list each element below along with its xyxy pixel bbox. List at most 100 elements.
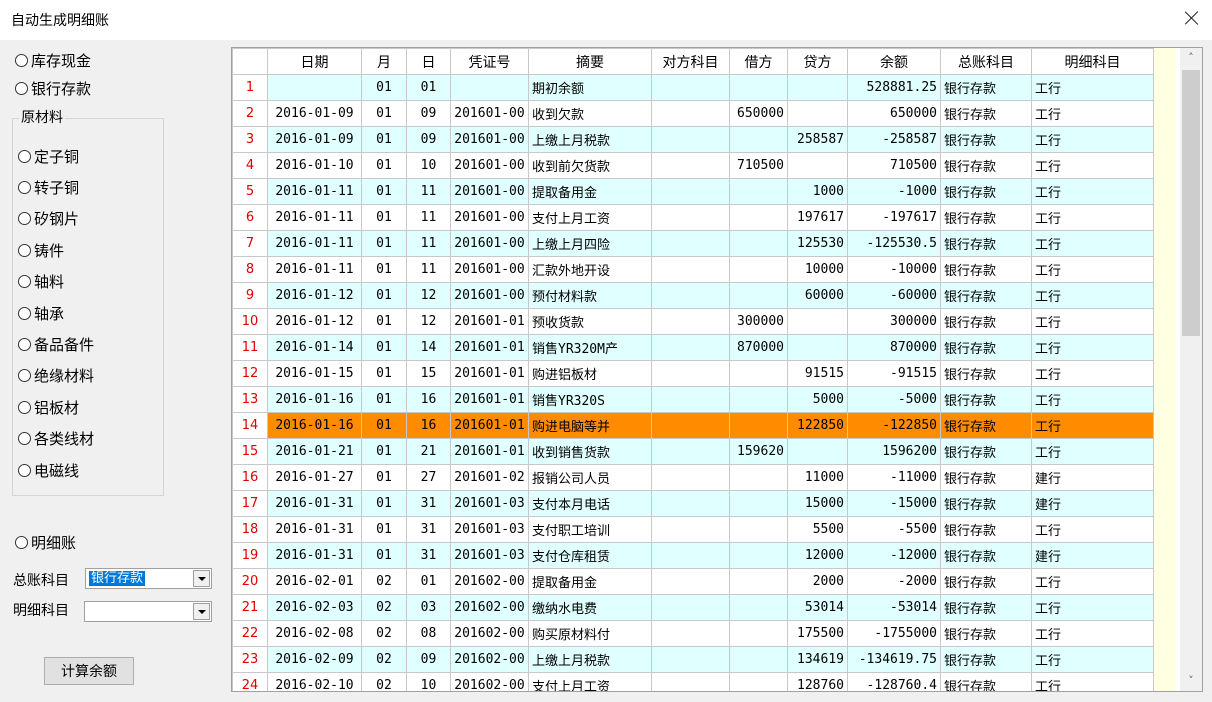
radio-circle-icon[interactable] <box>18 212 31 226</box>
table-cell[interactable]: 01 <box>361 204 407 231</box>
table-cell[interactable]: 201602-00 <box>450 594 529 621</box>
table-cell[interactable]: 工行 <box>1031 672 1154 691</box>
table-cell[interactable]: 2016-01-14 <box>267 334 362 361</box>
row-number[interactable]: 21 <box>232 594 268 621</box>
column-header[interactable]: 日 <box>406 48 451 75</box>
table-cell[interactable]: 2016-01-31 <box>267 542 362 569</box>
table-cell[interactable]: 提取备用金 <box>528 178 652 205</box>
table-cell[interactable]: 31 <box>406 516 451 543</box>
table-cell[interactable]: 银行存款 <box>940 100 1032 127</box>
table-cell[interactable]: 01 <box>361 308 407 335</box>
table-cell[interactable]: 201602-00 <box>450 672 529 691</box>
radio-circle-icon[interactable] <box>18 275 31 289</box>
table-cell[interactable] <box>729 74 788 101</box>
table-cell[interactable]: 01 <box>361 230 407 257</box>
column-header[interactable]: 月 <box>361 48 407 75</box>
table-row[interactable]: 10 2016-01-12 01 12 201601-01 预收货款 300000 30000… <box>232 308 1154 335</box>
radio-material[interactable]: 定子铜 <box>18 145 79 167</box>
column-header[interactable] <box>232 48 268 75</box>
table-cell[interactable]: 银行存款 <box>940 282 1032 309</box>
table-cell[interactable]: -1755000 <box>847 620 941 647</box>
table-cell[interactable]: 上缴上月税款 <box>528 126 652 153</box>
table-cell[interactable] <box>787 74 848 101</box>
table-cell[interactable] <box>651 646 730 673</box>
table-cell[interactable]: 5500 <box>787 516 848 543</box>
general-account-select[interactable]: 银行存款 <box>85 568 212 589</box>
table-cell[interactable]: 2016-01-10 <box>267 152 362 179</box>
table-cell[interactable]: 收到前欠货款 <box>528 152 652 179</box>
table-cell[interactable] <box>729 646 788 673</box>
table-cell[interactable]: -5000 <box>847 386 941 413</box>
table-cell[interactable]: 201601-00 <box>450 230 529 257</box>
table-cell[interactable]: 1000 <box>787 178 848 205</box>
table-cell[interactable]: 201601-00 <box>450 178 529 205</box>
table-cell[interactable] <box>651 672 730 691</box>
table-cell[interactable]: 工行 <box>1031 386 1154 413</box>
table-cell[interactable]: 11000 <box>787 464 848 491</box>
table-cell[interactable]: 银行存款 <box>940 464 1032 491</box>
table-cell[interactable]: 870000 <box>729 334 788 361</box>
radio-circle-icon[interactable] <box>18 463 31 477</box>
table-cell[interactable]: 01 <box>361 334 407 361</box>
row-number[interactable]: 8 <box>232 256 268 283</box>
table-cell[interactable] <box>651 230 730 257</box>
table-cell[interactable]: 01 <box>361 256 407 283</box>
table-row[interactable]: 6 2016-01-11 01 11 201601-00 支付上月工资 197617 -197… <box>232 204 1154 231</box>
table-cell[interactable]: -122850 <box>847 412 941 439</box>
radio-circle-icon[interactable] <box>18 149 31 163</box>
radio-circle-icon[interactable] <box>18 180 31 194</box>
table-cell[interactable]: 工行 <box>1031 178 1154 205</box>
table-cell[interactable]: 134619 <box>787 646 848 673</box>
table-cell[interactable] <box>729 620 788 647</box>
chevron-down-icon[interactable] <box>193 570 210 587</box>
chevron-down-icon[interactable] <box>193 603 210 620</box>
table-cell[interactable]: 11 <box>406 204 451 231</box>
table-cell[interactable]: 02 <box>361 646 407 673</box>
table-cell[interactable]: 122850 <box>787 412 848 439</box>
table-cell[interactable]: 工行 <box>1031 230 1154 257</box>
column-header[interactable]: 总账科目 <box>940 48 1032 75</box>
radio-circle-icon[interactable] <box>15 535 28 549</box>
table-cell[interactable]: 2016-01-16 <box>267 412 362 439</box>
table-cell[interactable]: 银行存款 <box>940 594 1032 621</box>
table-row[interactable]: 17 2016-01-31 01 31 201601-03 支付本月电话 15000 -150… <box>232 490 1154 517</box>
table-cell[interactable] <box>651 204 730 231</box>
table-cell[interactable]: 12 <box>406 308 451 335</box>
radio-material[interactable]: 备品备件 <box>18 333 94 355</box>
table-cell[interactable]: 银行存款 <box>940 646 1032 673</box>
table-cell[interactable]: 01 <box>361 438 407 465</box>
table-cell[interactable]: 2016-01-09 <box>267 126 362 153</box>
table-cell[interactable]: 201601-02 <box>450 464 529 491</box>
table-cell[interactable]: 201601-00 <box>450 256 529 283</box>
table-cell[interactable]: -12000 <box>847 542 941 569</box>
table-cell[interactable]: 2016-01-31 <box>267 516 362 543</box>
table-cell[interactable]: 报销公司人员 <box>528 464 652 491</box>
table-cell[interactable]: 银行存款 <box>940 490 1032 517</box>
table-cell[interactable] <box>787 100 848 127</box>
table-cell[interactable]: 工行 <box>1031 412 1154 439</box>
table-cell[interactable]: 预付材料款 <box>528 282 652 309</box>
radio-material[interactable]: 电磁线 <box>18 459 79 481</box>
table-row[interactable]: 8 2016-01-11 01 11 201601-00 汇款外地开设 10000 -1000… <box>232 256 1154 283</box>
table-cell[interactable] <box>729 178 788 205</box>
table-cell[interactable]: 支付仓库租赁 <box>528 542 652 569</box>
scroll-up-icon[interactable]: ˄ <box>1185 52 1197 64</box>
scroll-thumb[interactable] <box>1182 70 1200 336</box>
table-cell[interactable]: 125530 <box>787 230 848 257</box>
row-number[interactable]: 19 <box>232 542 268 569</box>
table-cell[interactable]: 建行 <box>1031 490 1154 517</box>
table-cell[interactable]: -10000 <box>847 256 941 283</box>
table-cell[interactable]: 01 <box>361 100 407 127</box>
table-cell[interactable]: 建行 <box>1031 464 1154 491</box>
radio-circle-icon[interactable] <box>18 432 31 446</box>
table-cell[interactable]: -134619.75 <box>847 646 941 673</box>
table-row[interactable]: 4 2016-01-10 01 10 201601-00 收到前欠货款 710500 7105… <box>232 152 1154 179</box>
table-cell[interactable]: 2016-01-11 <box>267 256 362 283</box>
table-cell[interactable]: 2016-01-11 <box>267 178 362 205</box>
table-cell[interactable]: 201601-01 <box>450 334 529 361</box>
table-cell[interactable]: 01 <box>361 490 407 517</box>
table-cell[interactable]: 60000 <box>787 282 848 309</box>
table-cell[interactable]: 159620 <box>729 438 788 465</box>
table-cell[interactable]: -258587 <box>847 126 941 153</box>
table-cell[interactable]: 870000 <box>847 334 941 361</box>
